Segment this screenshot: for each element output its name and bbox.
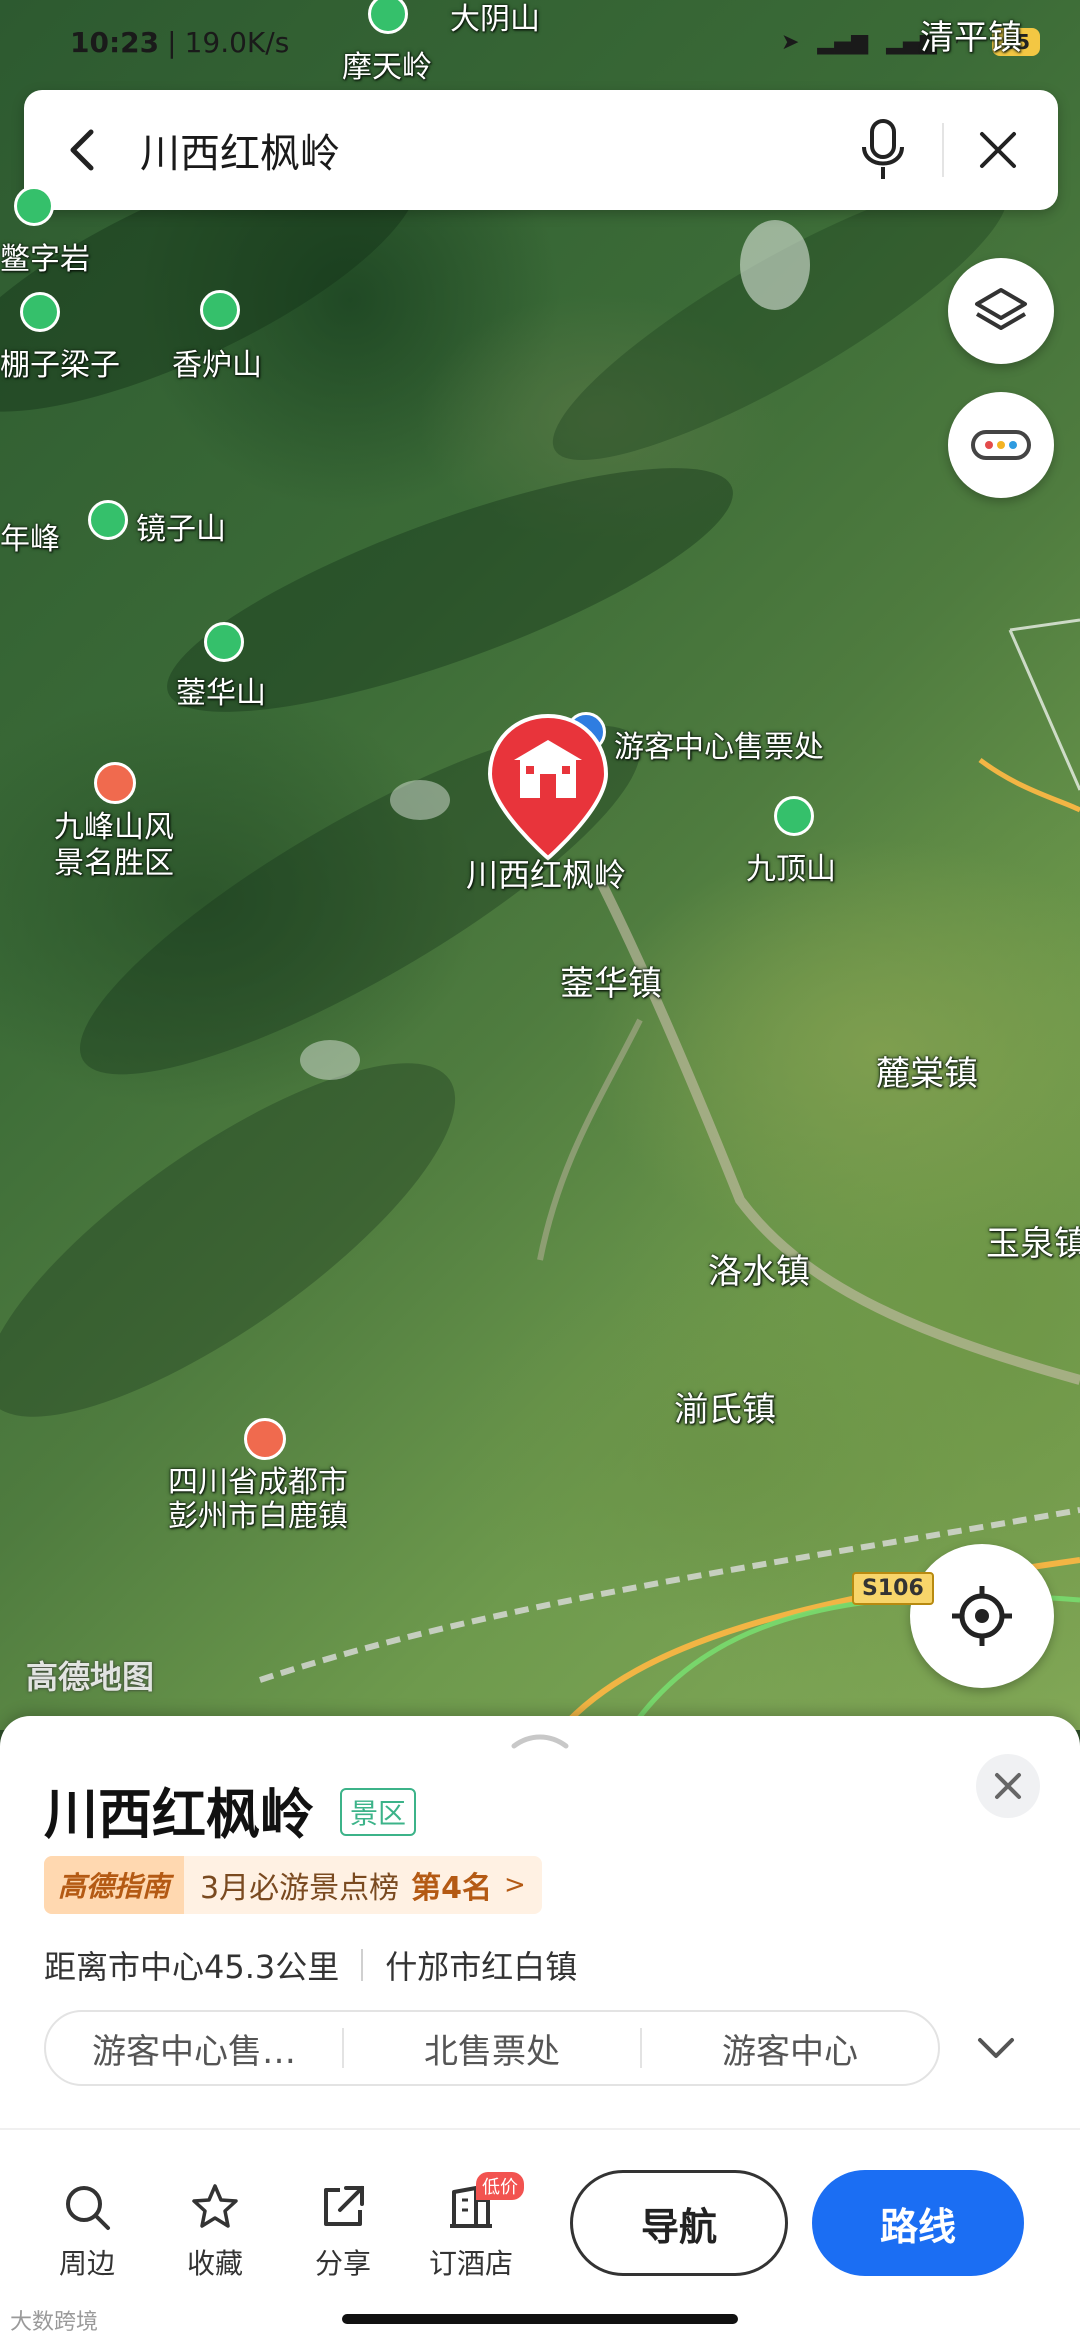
road-badge: S106 xyxy=(852,1572,934,1605)
low-price-badge: 低价 xyxy=(476,2172,524,2200)
map-label-yuquanzhen[interactable]: 玉泉镇 xyxy=(986,1216,1080,1265)
close-icon xyxy=(995,1773,1021,1799)
guide-ranking-banner[interactable]: 高德指南 3月必游景点榜 第4名 > xyxy=(44,1856,542,1914)
signal-icon: ▂▄▆ xyxy=(817,29,869,55)
place-detail-sheet[interactable]: 川西红枫岭 景区 高德指南 3月必游景点榜 第4名 > 距离市中心45.3公里 … xyxy=(0,1716,1080,2340)
map-label-yingziyan[interactable]: 鳖字岩 xyxy=(0,234,90,278)
location-arrow-icon: ➤ xyxy=(780,29,800,55)
search-query[interactable]: 川西红枫岭 xyxy=(140,121,848,179)
home-indicator[interactable] xyxy=(342,2314,738,2324)
map-label-lutangzhen[interactable]: 麓棠镇 xyxy=(876,1046,978,1095)
map-watermark: 高德地图 xyxy=(26,1658,155,1696)
locate-me-button[interactable] xyxy=(910,1544,1054,1688)
map-label-visitor-center[interactable]: 游客中心售票处 xyxy=(614,722,824,766)
river xyxy=(537,1018,643,1261)
peak-marker-icon[interactable] xyxy=(20,292,60,332)
map-label-nianfeng[interactable]: 年峰 xyxy=(0,514,60,558)
map-label-jingzishan[interactable]: 镜子山 xyxy=(136,504,226,548)
map-label-luoshuizhen[interactable]: 洛水镇 xyxy=(708,1244,810,1293)
navigate-button[interactable]: 导航 xyxy=(570,2170,788,2276)
more-tools-button[interactable] xyxy=(948,392,1054,498)
map-label-yushizhen[interactable]: 湔氏镇 xyxy=(674,1382,776,1431)
map-view[interactable]: 10:23 | 19.0K/s ➤ ▂▄▆ ▂▄▆ ◠ 65 川西红枫岭 大阴山… xyxy=(0,0,1080,1730)
search-bar[interactable]: 川西红枫岭 xyxy=(24,90,1058,210)
map-label-dayinshan[interactable]: 大阴山 xyxy=(450,0,540,38)
map-label-yinghuazhen[interactable]: 蓥华镇 xyxy=(560,956,662,1005)
favorite-label: 收藏 xyxy=(186,2247,243,2280)
boundary xyxy=(1008,618,1080,791)
map-label-jiufengshan[interactable]: 九峰山风 景名胜区 xyxy=(54,810,174,882)
close-icon[interactable] xyxy=(968,120,1028,180)
map-label-motianling[interactable]: 摩天岭 xyxy=(342,42,432,86)
map-label-pengzi-liangzi[interactable]: 棚子梁子 xyxy=(0,340,120,384)
river xyxy=(595,877,1080,1385)
peak-marker-icon[interactable] xyxy=(88,500,128,540)
more-dots-icon xyxy=(971,430,1031,460)
share-label: 分享 xyxy=(314,2247,371,2280)
search-divider xyxy=(942,123,944,177)
status-sep: | xyxy=(167,25,177,59)
guide-brand-label: 高德指南 xyxy=(44,1856,185,1914)
chevron-right-icon: > xyxy=(503,1870,526,1900)
place-title: 川西红枫岭 xyxy=(44,1783,314,1846)
sub-poi-chip[interactable]: 北售票处 xyxy=(344,2024,640,2073)
share-button[interactable]: 分享 xyxy=(288,2182,398,2282)
map-label-jiudingshan[interactable]: 九顶山 xyxy=(746,844,836,888)
nearby-label: 周边 xyxy=(58,2247,115,2280)
map-label-yinghuashan[interactable]: 蓥华山 xyxy=(176,668,266,712)
layers-button[interactable] xyxy=(948,258,1054,364)
selected-place-pin-icon[interactable] xyxy=(486,712,610,862)
corner-watermark: 大数跨境 xyxy=(10,2310,99,2335)
sub-poi-chips: 游客中心售… 北售票处 游客中心 xyxy=(44,2010,940,2086)
sub-poi-chip[interactable]: 游客中心 xyxy=(642,2024,938,2073)
action-bar: 周边 收藏 分享 低价 订酒店 导航 路线 xyxy=(0,2128,1080,2340)
back-icon[interactable] xyxy=(54,122,110,178)
distance-text: 距离市中心45.3公里 xyxy=(44,1948,340,1986)
map-label-main-place[interactable]: 川西红枫岭 xyxy=(466,850,626,896)
map-label-xianglushan[interactable]: 香炉山 xyxy=(172,340,262,384)
crosshair-icon xyxy=(952,1586,1012,1646)
sheet-close-button[interactable] xyxy=(976,1754,1040,1818)
route-button[interactable]: 路线 xyxy=(812,2170,1024,2276)
favorite-button[interactable]: 收藏 xyxy=(160,2182,270,2282)
microphone-icon[interactable] xyxy=(848,115,918,185)
layers-icon xyxy=(975,288,1027,330)
peak-marker-icon[interactable] xyxy=(14,186,54,226)
star-icon xyxy=(192,2184,238,2228)
address-text: 什邡市红白镇 xyxy=(385,1948,578,1986)
map-label-bailuzhen[interactable]: 四川省成都市 彭州市白鹿镇 xyxy=(168,1466,348,1534)
sheet-handle-icon[interactable] xyxy=(510,1732,570,1750)
book-hotel-button[interactable]: 低价 订酒店 xyxy=(416,2172,526,2282)
peak-marker-icon[interactable] xyxy=(204,622,244,662)
meta-divider xyxy=(361,1949,364,1981)
scenic-area-marker-icon[interactable] xyxy=(244,1418,286,1460)
nearby-button[interactable]: 周边 xyxy=(32,2182,142,2282)
guide-ranking-position: 第4名 xyxy=(411,1871,492,1906)
search-icon xyxy=(66,2186,110,2230)
chevron-down-icon[interactable] xyxy=(974,2028,1018,2068)
guide-ranking-text: 3月必游景点榜 xyxy=(200,1871,400,1906)
peak-marker-icon[interactable] xyxy=(200,290,240,330)
share-icon xyxy=(324,2186,364,2226)
road xyxy=(978,757,1080,813)
network-speed: 19.0K/s xyxy=(184,25,290,59)
status-bar: 10:23 | 19.0K/s ➤ ▂▄▆ ▂▄▆ ◠ 65 xyxy=(0,0,1080,84)
book-hotel-label: 订酒店 xyxy=(428,2247,513,2280)
peak-marker-icon[interactable] xyxy=(774,796,814,836)
scenic-area-marker-icon[interactable] xyxy=(94,762,136,804)
status-time: 10:23 xyxy=(70,25,160,59)
place-category-tag: 景区 xyxy=(340,1788,417,1836)
sub-poi-chip[interactable]: 游客中心售… xyxy=(46,2024,342,2073)
place-meta: 距离市中心45.3公里 什邡市红白镇 xyxy=(44,1942,577,1988)
map-label-qingpingzhen[interactable]: 清平镇 xyxy=(920,10,1022,59)
